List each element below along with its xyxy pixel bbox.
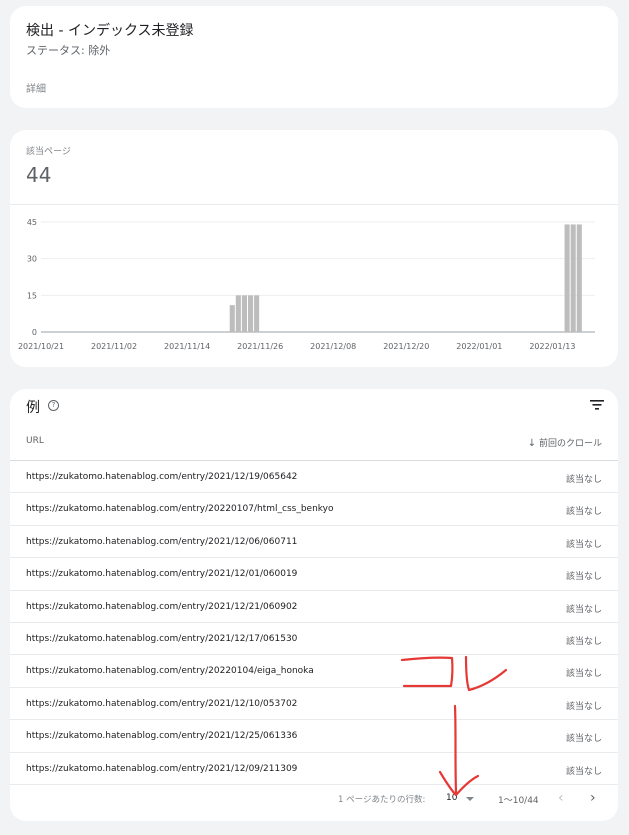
row-url: https://zukatomo.hatenablog.com/entry/20…: [26, 601, 298, 612]
affected-pages-count: 44: [26, 163, 52, 187]
x-tick-label: 2021/11/14: [164, 342, 210, 351]
details-link[interactable]: 詳細: [26, 80, 46, 95]
dropdown-caret-icon[interactable]: [466, 797, 474, 801]
affected-pages-label: 該当ページ: [26, 147, 71, 157]
table-row[interactable]: https://zukatomo.hatenablog.com/entry/20…: [10, 655, 618, 688]
x-tick-label: 2021/11/02: [91, 342, 137, 351]
x-tick-label: 2021/12/20: [383, 342, 429, 351]
table-row[interactable]: https://zukatomo.hatenablog.com/entry/20…: [10, 688, 618, 721]
table-row[interactable]: https://zukatomo.hatenablog.com/entry/20…: [10, 623, 618, 656]
x-tick-label: 2021/12/08: [310, 342, 356, 351]
table-row[interactable]: https://zukatomo.hatenablog.com/entry/20…: [10, 558, 618, 591]
table-row[interactable]: https://zukatomo.hatenablog.com/entry/20…: [10, 720, 618, 753]
chart-bar: [241, 295, 247, 332]
sort-arrow-down-icon: ↓: [527, 438, 537, 449]
x-tick-label: 2022/01/13: [529, 342, 575, 351]
table-row[interactable]: https://zukatomo.hatenablog.com/entry/20…: [10, 591, 618, 623]
prev-page-icon[interactable]: ‹: [558, 790, 564, 806]
chart-bar: [229, 305, 235, 332]
y-tick-label: 0: [32, 328, 37, 337]
row-last-crawl: 該当なし: [565, 604, 602, 615]
column-header-last-crawl-label: 前回のクロール: [538, 439, 602, 449]
column-header-last-crawl[interactable]: ↓ 前回のクロール: [528, 436, 602, 449]
filter-icon[interactable]: [590, 399, 604, 411]
row-url: https://zukatomo.hatenablog.com/entry/20…: [26, 666, 314, 677]
column-header-url[interactable]: URL: [26, 436, 44, 446]
pages-chart: 0 15 30 45 2021/10/21 2021/11/02 2021/11/14 202…: [18, 218, 595, 351]
row-last-crawl: 該当なし: [565, 669, 602, 680]
page-range: 1～10/44: [498, 796, 539, 806]
y-tick-label: 45: [27, 218, 37, 227]
y-tick-label: 15: [27, 291, 37, 300]
chart-bar: [564, 224, 570, 332]
row-url: https://zukatomo.hatenablog.com/entry/20…: [26, 633, 298, 644]
x-tick-label: 2022/01/01: [456, 342, 502, 351]
pagination: 1 ページあたりの行数: 10 1～10/44 ‹ ›: [10, 785, 618, 815]
table-row[interactable]: https://zukatomo.hatenablog.com/entry/20…: [10, 526, 618, 559]
table-row[interactable]: https://zukatomo.hatenablog.com/entry/20…: [10, 753, 618, 785]
issue-title: 検出 - インデックス未登録: [26, 23, 194, 39]
table-row[interactable]: https://zukatomo.hatenablog.com/entry/20…: [10, 493, 618, 526]
row-url: https://zukatomo.hatenablog.com/entry/20…: [26, 536, 298, 547]
rows-per-page-label: 1 ページあたりの行数:: [338, 795, 426, 805]
divider: [10, 204, 618, 205]
row-url: https://zukatomo.hatenablog.com/entry/20…: [26, 698, 298, 709]
row-last-crawl: 該当なし: [565, 572, 602, 583]
examples-title: 例: [26, 400, 40, 416]
rows-per-page-select[interactable]: 10: [446, 793, 457, 803]
row-last-crawl: 該当なし: [565, 766, 602, 777]
row-last-crawl: 該当なし: [565, 539, 602, 550]
row-url: https://zukatomo.hatenablog.com/entry/20…: [26, 569, 298, 580]
row-last-crawl: 該当なし: [565, 701, 602, 712]
row-url: https://zukatomo.hatenablog.com/entry/20…: [26, 504, 334, 515]
status-card: 検出 - インデックス未登録 ステータス: 除外 詳細: [10, 6, 618, 108]
table-row[interactable]: https://zukatomo.hatenablog.com/entry/20…: [10, 461, 618, 494]
chart-bar: [570, 224, 576, 332]
chart-bar: [235, 295, 241, 332]
examples-table-body: https://zukatomo.hatenablog.com/entry/20…: [10, 461, 618, 785]
y-tick-label: 30: [27, 255, 37, 264]
issue-status: ステータス: 除外: [26, 44, 111, 57]
row-url: https://zukatomo.hatenablog.com/entry/20…: [26, 472, 298, 482]
help-icon[interactable]: ?: [48, 400, 59, 411]
chart-bar: [247, 295, 254, 332]
x-tick-label: 2021/11/26: [237, 342, 283, 351]
chart-bar: [576, 224, 582, 332]
row-url: https://zukatomo.hatenablog.com/entry/20…: [26, 763, 298, 774]
examples-card: 例 ? URL ↓ 前回のクロール https://zukatomo.haten…: [10, 389, 618, 821]
chart-bar: [254, 295, 260, 332]
next-page-icon[interactable]: ›: [590, 790, 596, 806]
row-last-crawl: 該当なし: [565, 636, 602, 647]
x-tick-label: 2021/10/21: [18, 342, 64, 351]
row-last-crawl: 該当なし: [565, 475, 602, 485]
row-last-crawl: 該当なし: [565, 734, 602, 745]
row-last-crawl: 該当なし: [565, 507, 602, 518]
chart-card: 該当ページ 44 0 15 30 45 2021/10/21 2021/11/02 2021…: [10, 130, 618, 367]
row-url: https://zukatomo.hatenablog.com/entry/20…: [26, 731, 298, 742]
